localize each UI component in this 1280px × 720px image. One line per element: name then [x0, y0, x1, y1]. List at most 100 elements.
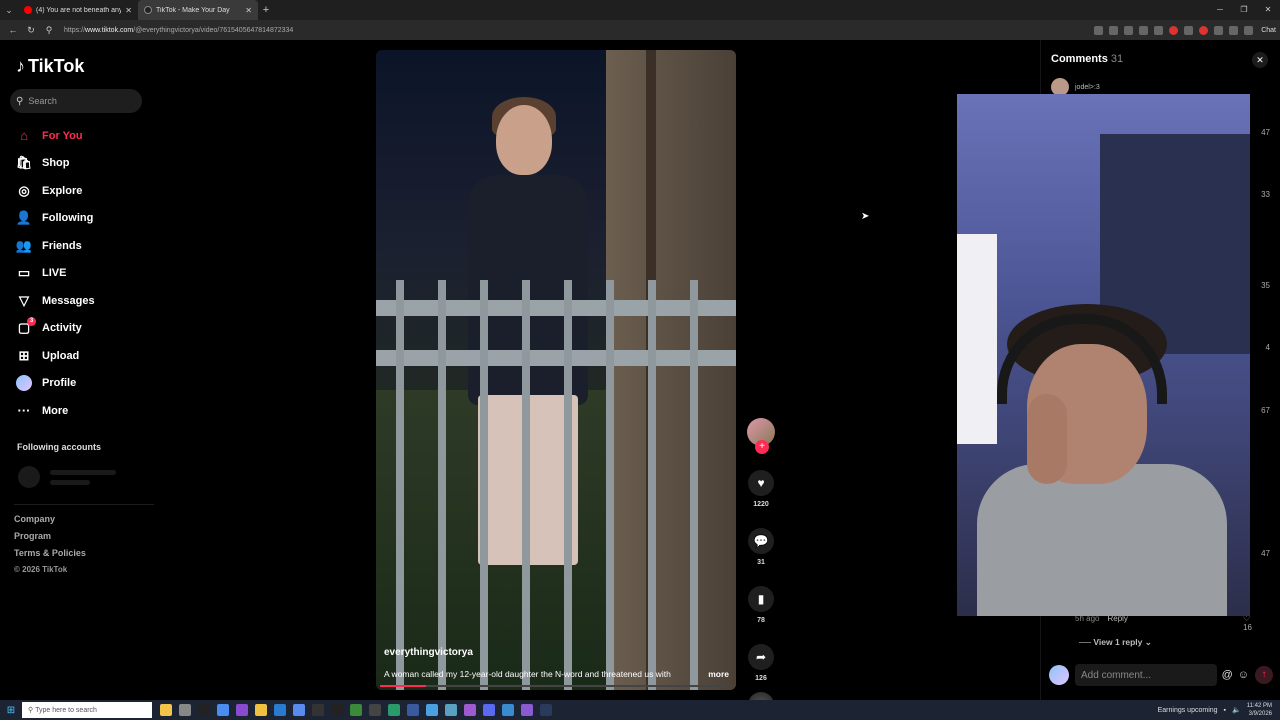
youtube-extension-icon[interactable]	[1199, 25, 1209, 35]
app-icon[interactable]	[312, 704, 324, 716]
app-icon[interactable]	[426, 704, 438, 716]
app-icon[interactable]	[388, 704, 400, 716]
bookmark-star-icon[interactable]	[1124, 25, 1134, 35]
clock[interactable]: 11:42 PM 3/9/2026	[1247, 702, 1272, 718]
site-info-icon[interactable]: ⚲	[40, 25, 58, 36]
video-progress-bar[interactable]	[380, 685, 732, 687]
emoji-icon[interactable]: ☺	[1238, 669, 1249, 681]
back-arrow-icon[interactable]: ←	[4, 25, 22, 35]
footer-link-company[interactable]: Company	[14, 514, 86, 531]
task-view-icon[interactable]	[179, 704, 191, 716]
app-icon[interactable]	[407, 704, 419, 716]
creator-avatar[interactable]: +	[747, 418, 775, 454]
heart-icon[interactable]: ♥	[748, 470, 774, 496]
webcam-overlay	[957, 94, 1250, 616]
friends-icon: 👥	[15, 237, 33, 253]
bookmark-icon[interactable]: ▮	[748, 586, 774, 612]
profile-icon[interactable]	[1229, 25, 1239, 35]
minimize-icon[interactable]: ─	[1208, 0, 1232, 20]
comment-like-count[interactable]: 33	[1261, 190, 1270, 199]
new-tab-button[interactable]: +	[258, 4, 274, 16]
close-comments-button[interactable]: ✕	[1252, 52, 1268, 68]
sidebar-item-activity[interactable]: ▢ 3 Activity	[16, 315, 95, 343]
sidebar-item-following[interactable]: 👤 Following	[16, 205, 95, 233]
app-icon[interactable]	[293, 704, 305, 716]
follow-button[interactable]: +	[755, 440, 769, 454]
sidebar-item-live[interactable]: ▭ LIVE	[16, 260, 95, 288]
app-icon[interactable]	[198, 704, 210, 716]
app-icon[interactable]	[331, 704, 343, 716]
search-input[interactable]: ⚲ Search	[10, 89, 142, 113]
volume-icon[interactable]: 🔈	[1232, 706, 1241, 714]
file-explorer-icon[interactable]	[255, 704, 267, 716]
browser-tab-tiktok[interactable]: TikTok - Make Your Day ✕	[138, 0, 258, 20]
commenter-name[interactable]: jodel>:3	[1075, 84, 1100, 91]
video-username[interactable]: everythingvictorya	[384, 647, 473, 658]
sidebar-item-label: For You	[42, 129, 83, 142]
comment-like-count[interactable]: 67	[1261, 406, 1270, 415]
discord-icon[interactable]	[483, 704, 495, 716]
comments-count: 31	[1110, 53, 1124, 65]
like-action: ♥ 1220	[745, 470, 777, 508]
app-icon[interactable]	[502, 704, 514, 716]
windows-start-icon[interactable]: ⊞	[0, 705, 22, 716]
sidebar-item-more[interactable]: ··· More	[16, 397, 95, 425]
close-tab-icon[interactable]: ✕	[245, 6, 252, 15]
sidebar-item-messages[interactable]: ▽ Messages	[16, 287, 95, 315]
record-icon[interactable]	[1169, 25, 1179, 35]
app-icon[interactable]	[464, 704, 476, 716]
tab-title: (4) You are not beneath anything.	[36, 6, 122, 14]
send-icon[interactable]: ↑	[1255, 666, 1273, 684]
chat-button[interactable]: Chat	[1261, 27, 1276, 34]
maximize-icon[interactable]: ❐	[1232, 0, 1256, 20]
comment-input[interactable]: Add comment...	[1075, 664, 1217, 686]
close-window-icon[interactable]: ✕	[1256, 0, 1280, 20]
comment-like-count[interactable]: 4	[1266, 343, 1270, 352]
mention-icon[interactable]: @	[1222, 669, 1233, 681]
steam-icon[interactable]	[540, 704, 552, 716]
extension-icon[interactable]	[1094, 25, 1104, 35]
footer-link-program[interactable]: Program	[14, 531, 86, 548]
tab-search-icon[interactable]: ⌄	[0, 0, 18, 20]
app-icon[interactable]	[369, 704, 381, 716]
puzzle-icon[interactable]	[1214, 25, 1224, 35]
extension-icon[interactable]	[1154, 25, 1164, 35]
app-icon[interactable]	[445, 704, 457, 716]
weather-widget[interactable]: Earnings upcoming	[1158, 707, 1218, 714]
comment-icon[interactable]: 💬	[748, 528, 774, 554]
browser-tab-youtube[interactable]: (4) You are not beneath anything. ✕	[18, 0, 138, 20]
video-player[interactable]: everythingvictorya A woman called my 12-…	[376, 50, 736, 690]
chrome-icon[interactable]	[217, 704, 229, 716]
extension-icon[interactable]	[1139, 25, 1149, 35]
network-icon[interactable]: ▪	[1224, 707, 1226, 714]
zoom-icon[interactable]	[1109, 25, 1119, 35]
sidebar-item-explore[interactable]: ◎ Explore	[16, 177, 95, 205]
comment-like-count[interactable]: 47	[1261, 128, 1270, 137]
footer-link-terms[interactable]: Terms & Policies	[14, 548, 86, 565]
sidebar-item-upload[interactable]: ⊞ Upload	[16, 342, 95, 370]
comment-heart-icon[interactable]: ♡ 16	[1243, 614, 1252, 632]
comment-like-count[interactable]: 47	[1261, 549, 1270, 558]
app-icon[interactable]	[350, 704, 362, 716]
copilot-icon[interactable]	[160, 704, 172, 716]
sidebar-item-label: Activity	[42, 322, 82, 335]
sidebar-item-for-you[interactable]: ⌂ For You	[16, 122, 95, 150]
sidebar-item-friends[interactable]: 👥 Friends	[16, 232, 95, 260]
following-accounts-title: Following accounts	[17, 442, 102, 452]
more-button[interactable]: more	[708, 669, 729, 679]
close-tab-icon[interactable]: ✕	[125, 6, 132, 15]
edge-icon[interactable]	[274, 704, 286, 716]
app-icon[interactable]	[521, 704, 533, 716]
reload-icon[interactable]: ↻	[22, 25, 40, 36]
sidebar-item-shop[interactable]: 🛍 Shop	[16, 150, 95, 178]
view-replies-button[interactable]: ── View 1 reply ⌄	[1079, 637, 1152, 648]
extension-icon[interactable]	[1184, 25, 1194, 35]
comment-like-count[interactable]: 35	[1261, 281, 1270, 290]
sidebar-item-profile[interactable]: Profile	[16, 370, 95, 398]
taskbar-search-input[interactable]: ⚲ Type here to search	[22, 702, 152, 718]
menu-dots-icon[interactable]	[1244, 25, 1254, 35]
app-icon[interactable]	[236, 704, 248, 716]
url-field[interactable]: https://www.tiktok.com/@everythingvictor…	[64, 27, 1094, 34]
tiktok-logo[interactable]: ♪ TikTok	[16, 56, 84, 77]
share-icon[interactable]: ➦	[748, 644, 774, 670]
